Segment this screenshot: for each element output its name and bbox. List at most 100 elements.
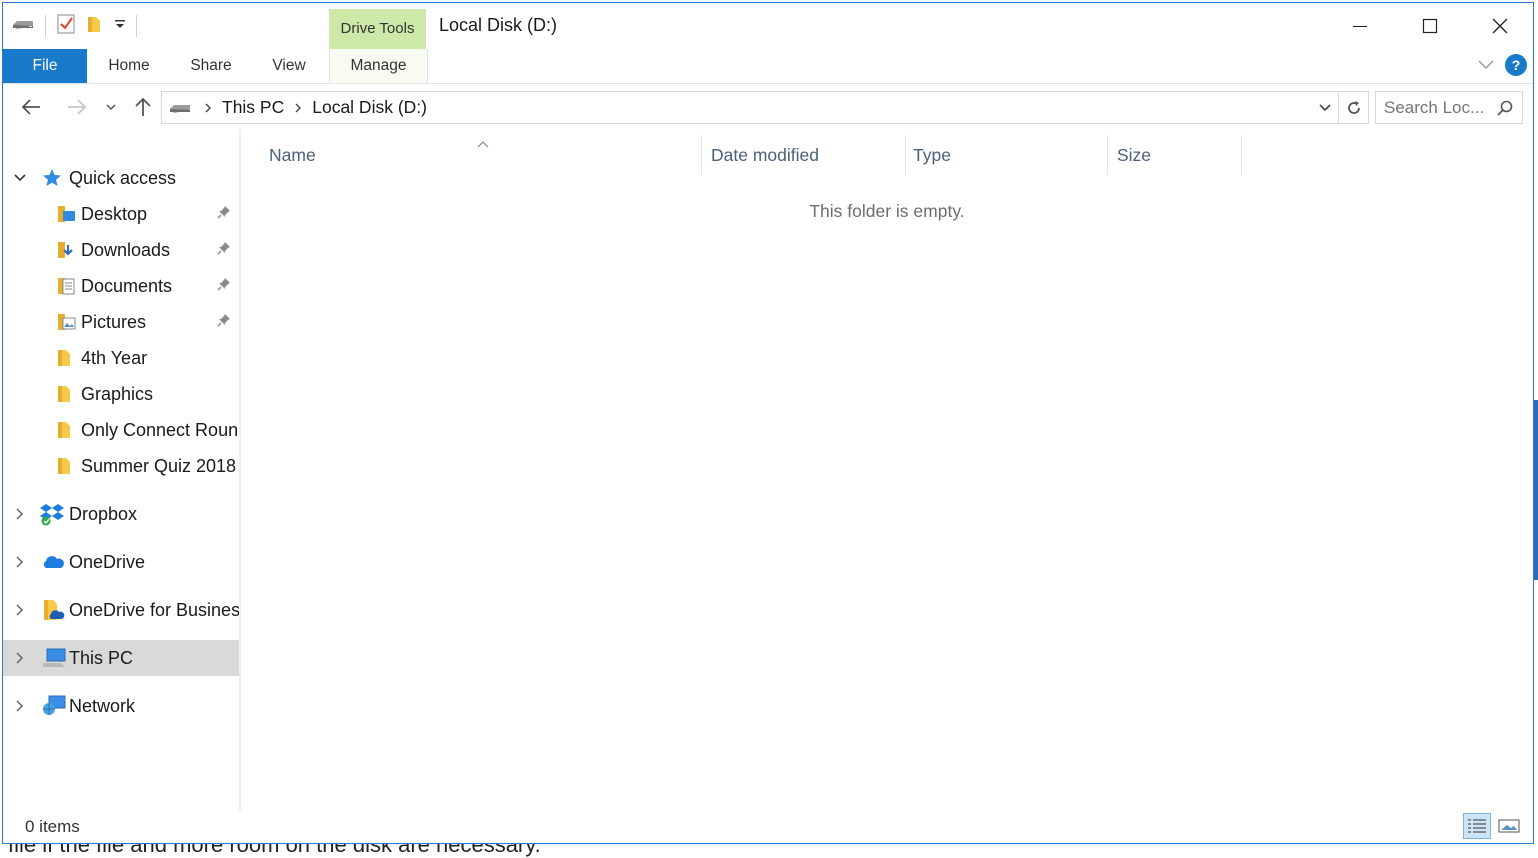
nav-item-documents[interactable]: Documents bbox=[3, 268, 239, 304]
refresh-button[interactable] bbox=[1339, 91, 1369, 124]
nav-item-network[interactable]: Network bbox=[3, 688, 239, 724]
nav-item-label: Dropbox bbox=[69, 503, 138, 524]
nav-item-this-pc[interactable]: This PC bbox=[3, 640, 239, 676]
expand-chevron-icon[interactable] bbox=[13, 507, 27, 521]
collapse-chevron-icon[interactable] bbox=[13, 173, 27, 183]
tab-view[interactable]: View bbox=[261, 49, 317, 83]
file-explorer-window: Drive Tools Local Disk (D:) File Home Sh… bbox=[2, 2, 1534, 844]
dropbox-icon bbox=[39, 502, 65, 526]
toolbar-divider bbox=[45, 15, 46, 37]
sort-ascending-icon bbox=[477, 135, 489, 153]
title-bar: Drive Tools Local Disk (D:) bbox=[3, 3, 1533, 49]
large-icons-view-icon bbox=[1498, 819, 1520, 833]
column-header-date-modified[interactable]: Date modified bbox=[711, 135, 819, 175]
maximize-icon bbox=[1422, 18, 1438, 34]
background-window-edge bbox=[1534, 400, 1538, 580]
details-view-icon bbox=[1468, 819, 1486, 833]
back-arrow-icon[interactable] bbox=[19, 95, 43, 119]
network-icon bbox=[41, 694, 67, 718]
new-folder-icon[interactable] bbox=[86, 14, 104, 39]
nav-item-desktop[interactable]: Desktop bbox=[3, 196, 239, 232]
nav-item-label: Desktop bbox=[81, 203, 148, 224]
pin-icon[interactable] bbox=[217, 313, 231, 332]
window-title: Local Disk (D:) bbox=[439, 15, 558, 35]
maximize-button[interactable] bbox=[1395, 3, 1465, 49]
status-bar: 0 items bbox=[3, 809, 1533, 843]
pictures-folder-icon bbox=[55, 311, 77, 333]
expand-ribbon-icon[interactable] bbox=[1477, 57, 1495, 76]
column-divider[interactable] bbox=[905, 135, 906, 175]
search-icon[interactable] bbox=[1496, 99, 1514, 122]
tab-file[interactable]: File bbox=[3, 49, 87, 83]
nav-item-summer-quiz-2018[interactable]: Summer Quiz 2018 bbox=[3, 448, 239, 484]
nav-item-label: 4th Year bbox=[81, 347, 148, 368]
recent-locations-chevron-icon[interactable] bbox=[99, 95, 123, 119]
search-box[interactable] bbox=[1375, 91, 1523, 124]
up-arrow-icon[interactable] bbox=[131, 95, 155, 119]
nav-item-pictures[interactable]: Pictures bbox=[3, 304, 239, 340]
column-divider[interactable] bbox=[701, 135, 702, 175]
close-button[interactable] bbox=[1465, 3, 1533, 49]
large-icons-view-button[interactable] bbox=[1495, 813, 1523, 839]
nav-item-label: OneDrive for Business bbox=[69, 599, 239, 620]
computer-icon bbox=[41, 647, 67, 669]
nav-item-onedrive[interactable]: OneDrive bbox=[3, 544, 239, 580]
drive-icon bbox=[11, 16, 35, 37]
forward-arrow-icon[interactable] bbox=[65, 95, 89, 119]
nav-item-graphics[interactable]: Graphics bbox=[3, 376, 239, 412]
minimize-button[interactable] bbox=[1325, 3, 1395, 49]
properties-icon[interactable] bbox=[56, 13, 76, 40]
nav-item-label: Network bbox=[69, 695, 136, 716]
onedrive-cloud-icon bbox=[41, 553, 65, 571]
breadcrumb-separator-icon[interactable] bbox=[204, 102, 212, 114]
desktop-folder-icon bbox=[55, 203, 77, 225]
ribbon-tab-bar: File Home Share View Manage ? bbox=[3, 49, 1533, 84]
nav-item-4th-year[interactable]: 4th Year bbox=[3, 340, 239, 376]
help-button[interactable]: ? bbox=[1505, 54, 1527, 76]
minimize-icon bbox=[1353, 26, 1367, 27]
breadcrumb-local-disk[interactable]: Local Disk (D:) bbox=[312, 97, 427, 118]
nav-item-label: Only Connect Round bbox=[81, 419, 239, 440]
item-count: 0 items bbox=[25, 817, 80, 836]
expand-chevron-icon[interactable] bbox=[13, 651, 27, 665]
file-list-area[interactable]: Name Date modified Type Size This folder… bbox=[241, 129, 1533, 811]
folder-icon bbox=[55, 347, 77, 369]
nav-item-label: Graphics bbox=[81, 383, 154, 404]
nav-item-label: This PC bbox=[69, 647, 134, 668]
nav-item-onedrive-for-business[interactable]: OneDrive for Business bbox=[3, 592, 239, 628]
refresh-icon bbox=[1347, 100, 1360, 114]
column-header-size[interactable]: Size bbox=[1117, 135, 1151, 175]
search-input[interactable] bbox=[1384, 96, 1490, 120]
column-divider[interactable] bbox=[1107, 135, 1108, 175]
drive-tools-context-label: Drive Tools bbox=[329, 9, 426, 49]
pin-icon[interactable] bbox=[217, 241, 231, 260]
nav-item-quick-access[interactable]: Quick access bbox=[3, 160, 239, 196]
nav-item-only-connect-round[interactable]: Only Connect Round bbox=[3, 412, 239, 448]
folder-icon bbox=[55, 455, 77, 477]
column-header-type[interactable]: Type bbox=[913, 135, 951, 175]
nav-item-label: Pictures bbox=[81, 311, 147, 332]
nav-item-downloads[interactable]: Downloads bbox=[3, 232, 239, 268]
pin-icon[interactable] bbox=[217, 205, 231, 224]
tab-home[interactable]: Home bbox=[97, 49, 161, 83]
pin-icon[interactable] bbox=[217, 277, 231, 296]
tab-manage[interactable]: Manage bbox=[329, 49, 428, 83]
expand-chevron-icon[interactable] bbox=[13, 699, 27, 713]
navigation-bar: This PC Local Disk (D:) bbox=[3, 85, 1533, 129]
nav-item-dropbox[interactable]: Dropbox bbox=[3, 496, 239, 532]
onedrive-business-icon bbox=[41, 598, 65, 622]
address-history-chevron-icon[interactable] bbox=[1318, 103, 1332, 113]
column-divider[interactable] bbox=[1241, 135, 1242, 175]
customize-toolbar-icon[interactable] bbox=[114, 17, 126, 35]
breadcrumb-this-pc[interactable]: This PC bbox=[222, 97, 284, 118]
nav-item-label: Summer Quiz 2018 bbox=[81, 455, 237, 476]
breadcrumb-separator-icon[interactable] bbox=[294, 102, 302, 114]
drive-icon bbox=[168, 100, 192, 116]
tab-share[interactable]: Share bbox=[179, 49, 243, 83]
details-view-button[interactable] bbox=[1463, 813, 1491, 839]
column-header-name[interactable]: Name bbox=[269, 135, 316, 175]
expand-chevron-icon[interactable] bbox=[13, 555, 27, 569]
address-bar[interactable]: This PC Local Disk (D:) bbox=[161, 91, 1339, 124]
expand-chevron-icon[interactable] bbox=[13, 603, 27, 617]
empty-folder-message: This folder is empty. bbox=[809, 201, 965, 221]
